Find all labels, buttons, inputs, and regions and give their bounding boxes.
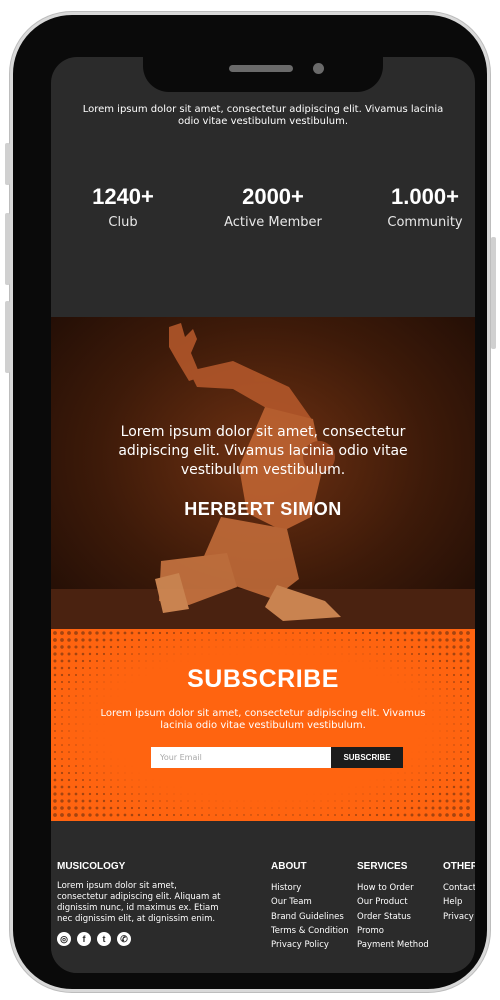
twitter-icon[interactable]: t [97, 932, 111, 946]
testimonial-author: HERBERT SIMON [184, 499, 342, 519]
footer-link-help[interactable]: Help [443, 895, 475, 909]
footer: MUSICOLOGY Lorem ipsum dolor sit amet, c… [51, 821, 475, 973]
speaker-grille [229, 65, 293, 72]
instagram-icon[interactable]: ◎ [57, 932, 71, 946]
footer-link-our-team[interactable]: Our Team [271, 895, 349, 909]
footer-link-contact-us[interactable]: Contact Us [443, 881, 475, 895]
footer-link-terms[interactable]: Terms & Condition [271, 924, 349, 938]
intro-text: Lorem ipsum dolor sit amet, consectetur … [82, 104, 444, 127]
power-button [491, 237, 496, 349]
footer-link-brand-guidelines[interactable]: Brand Guidelines [271, 910, 349, 924]
whatsapp-icon[interactable]: ✆ [117, 932, 131, 946]
footer-link-privacy[interactable]: Privacy [443, 910, 475, 924]
footer-link-promo[interactable]: Promo [357, 924, 429, 938]
subscribe-text: Lorem ipsum dolor sit amet, consectetur … [100, 708, 426, 731]
subscribe-button[interactable]: SUBSCRIBE [331, 747, 403, 768]
footer-column-others: OTHERS Contact Us Help Privacy [443, 861, 475, 924]
email-input[interactable] [151, 747, 331, 768]
stat-label: Community [387, 215, 463, 230]
stats-row: 1240+ Club 2000+ Active Member 1.000+ Co… [51, 184, 475, 234]
testimonial-quote: Lorem ipsum dolor sit amet, consectetur … [118, 424, 408, 478]
facebook-icon[interactable]: f [77, 932, 91, 946]
stat-value: 2000+ [242, 184, 304, 209]
stat-label: Active Member [224, 215, 322, 230]
mute-switch [5, 143, 10, 185]
volume-down-button [5, 301, 10, 373]
footer-heading: ABOUT [271, 861, 307, 872]
footer-link-how-to-order[interactable]: How to Order [357, 881, 429, 895]
footer-heading: SERVICES [357, 861, 408, 872]
footer-description: Lorem ipsum dolor sit amet, consectetur … [57, 881, 221, 924]
volume-up-button [5, 213, 10, 285]
stat-club: 1240+ Club [53, 184, 193, 232]
stat-label: Club [108, 215, 138, 230]
footer-link-our-product[interactable]: Our Product [357, 895, 429, 909]
testimonial-hero: Lorem ipsum dolor sit amet, consectetur … [51, 317, 475, 629]
footer-link-payment-method[interactable]: Payment Method [357, 938, 429, 952]
subscribe-form: SUBSCRIBE [151, 747, 403, 768]
footer-brand: MUSICOLOGY [57, 861, 126, 872]
stat-active-member: 2000+ Active Member [203, 184, 343, 232]
screen: Lorem ipsum dolor sit amet, consectetur … [51, 57, 475, 973]
footer-heading: OTHERS [443, 861, 475, 872]
subscribe-title: SUBSCRIBE [187, 665, 339, 693]
footer-link-privacy-policy[interactable]: Privacy Policy [271, 938, 349, 952]
subscribe-section: SUBSCRIBE Lorem ipsum dolor sit amet, co… [51, 629, 475, 821]
stat-community: 1.000+ Community [355, 184, 475, 232]
front-camera [313, 63, 324, 74]
footer-link-order-status[interactable]: Order Status [357, 910, 429, 924]
stat-value: 1240+ [92, 184, 154, 209]
footer-link-history[interactable]: History [271, 881, 349, 895]
phone-frame: Lorem ipsum dolor sit amet, consectetur … [5, 12, 496, 992]
footer-column-services: SERVICES How to Order Our Product Order … [357, 861, 429, 952]
footer-column-about: ABOUT History Our Team Brand Guidelines … [271, 861, 349, 952]
stat-value: 1.000+ [391, 184, 459, 209]
notch [143, 42, 383, 92]
